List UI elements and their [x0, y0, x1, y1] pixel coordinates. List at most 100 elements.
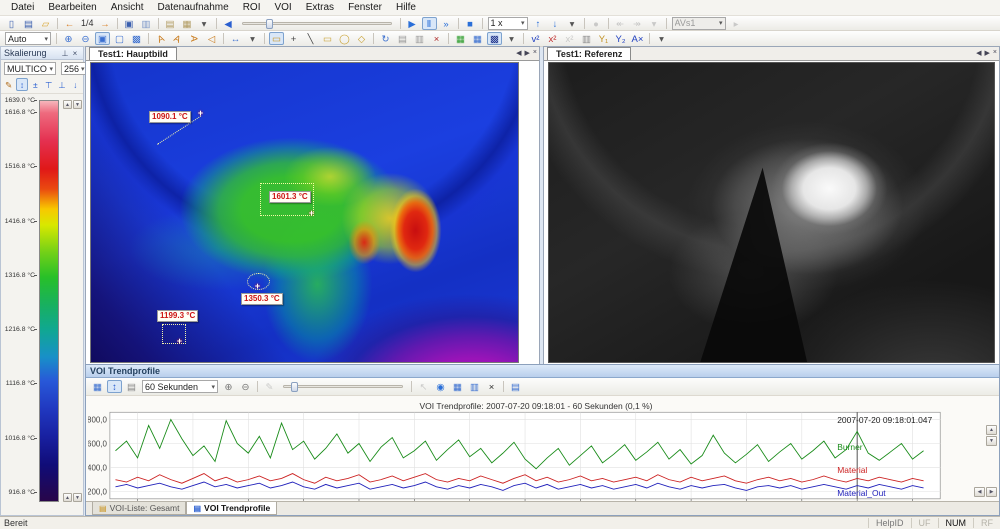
- roi-copy-icon[interactable]: ▤: [395, 32, 410, 45]
- timeline-slider[interactable]: [242, 22, 392, 25]
- menu-item-datenaufnahme[interactable]: Datenaufnahme: [151, 1, 236, 14]
- export-more-dropdown[interactable]: ▾: [197, 17, 212, 30]
- profile-horizontal-icon[interactable]: x²: [545, 32, 560, 45]
- trend-delete-icon[interactable]: ×: [484, 380, 499, 393]
- chart-scroll-up[interactable]: ▲: [986, 425, 997, 435]
- roi-temp-label[interactable]: 1199.3 °C: [157, 310, 198, 322]
- pause-icon[interactable]: Ⅱ: [422, 17, 437, 30]
- speed-combo[interactable]: 1 x▾: [488, 17, 528, 30]
- tab-voi-trendprofile[interactable]: ▤ VOI Trendprofile: [186, 502, 277, 515]
- new-document-icon[interactable]: ▯: [4, 17, 19, 30]
- marker-back-icon[interactable]: ↞: [613, 17, 628, 30]
- menu-item-fenster[interactable]: Fenster: [341, 1, 389, 14]
- close-icon[interactable]: ×: [993, 49, 997, 57]
- close-icon[interactable]: ×: [533, 49, 537, 57]
- trend-table-icon[interactable]: ▦: [450, 380, 465, 393]
- roi-temp-label[interactable]: 1090.1 °C: [149, 111, 191, 123]
- voi-add-icon[interactable]: ▦: [453, 32, 468, 45]
- chart-scroll-down[interactable]: ▼: [986, 436, 997, 446]
- thermal-image[interactable]: 1090.1 °C + 1601.3 °C + 1350.3 °C + 1199…: [90, 62, 519, 363]
- trend-zoom-out-icon[interactable]: ⊖: [238, 380, 253, 393]
- fast-forward-icon[interactable]: »: [439, 17, 454, 30]
- menu-item-ansicht[interactable]: Ansicht: [104, 1, 151, 14]
- trend-zoom-in-icon[interactable]: ⊕: [221, 380, 236, 393]
- chart-scroll-left[interactable]: ◀: [974, 487, 985, 497]
- scale-min-spinner-up[interactable]: ▲: [63, 493, 72, 502]
- prev-frame-icon[interactable]: ←: [62, 17, 77, 30]
- palette-combo[interactable]: MULTICOLOR ▾: [4, 62, 56, 75]
- trend-interval-combo[interactable]: 60 Sekunden▾: [142, 380, 218, 393]
- zoom-in-icon[interactable]: ⊕: [61, 32, 76, 45]
- save-icon[interactable]: ▣: [122, 17, 137, 30]
- voi-more-dropdown[interactable]: ▾: [504, 32, 519, 45]
- isotherm-y1-icon[interactable]: Y₁: [596, 32, 611, 45]
- trend-voi-icon[interactable]: ▦: [90, 380, 105, 393]
- chart-scroll-right[interactable]: ▶: [986, 487, 997, 497]
- trend-legend-Material[interactable]: Material: [837, 465, 867, 475]
- roi-temp-label[interactable]: 1350.3 °C: [241, 293, 283, 305]
- roi-rotate-icon[interactable]: ↻: [378, 32, 393, 45]
- fit-window-icon[interactable]: ▣: [95, 32, 110, 45]
- color-scale-gradient[interactable]: [39, 100, 59, 502]
- export-image-icon[interactable]: ▤: [163, 17, 178, 30]
- export-report-icon[interactable]: ▦: [180, 17, 195, 30]
- scale-autorange-icon[interactable]: ↕: [16, 78, 27, 91]
- menu-item-extras[interactable]: Extras: [299, 1, 341, 14]
- profile-vertical-icon[interactable]: v²: [528, 32, 543, 45]
- stop-icon[interactable]: ■: [463, 17, 478, 30]
- roi-select-icon[interactable]: ▭: [269, 32, 284, 45]
- trend-autoscale-icon[interactable]: ↕: [107, 380, 122, 393]
- menu-item-hilfe[interactable]: Hilfe: [389, 1, 423, 14]
- trend-zoom-slider[interactable]: [283, 385, 403, 388]
- clear-overlays-icon[interactable]: A×: [630, 32, 645, 45]
- playback-more-dropdown[interactable]: ▾: [565, 17, 580, 30]
- menu-item-bearbeiten[interactable]: Bearbeiten: [41, 1, 103, 14]
- tab-referenz[interactable]: Test1: Referenz: [547, 47, 631, 60]
- rotate-right-icon[interactable]: A: [168, 29, 187, 47]
- menu-item-roi[interactable]: ROI: [236, 1, 268, 14]
- histogram-icon[interactable]: ▥: [579, 32, 594, 45]
- tab-next-icon[interactable]: ▶: [525, 49, 530, 57]
- tab-hauptbild[interactable]: Test1: Hauptbild: [89, 47, 177, 60]
- pan-icon[interactable]: ↔: [228, 32, 243, 45]
- audio-annotation-icon[interactable]: ◀: [221, 17, 236, 30]
- trend-chart-icon[interactable]: ▥: [467, 380, 482, 393]
- scale-max-spinner-down[interactable]: ▼: [73, 100, 82, 109]
- flip-horizontal-icon[interactable]: A: [188, 31, 201, 46]
- trend-eye-icon[interactable]: ◉: [433, 380, 448, 393]
- avs-apply-icon[interactable]: ▸: [729, 17, 744, 30]
- roi-delete-icon[interactable]: ×: [429, 32, 444, 45]
- trend-properties-icon[interactable]: ▤: [124, 380, 139, 393]
- avs-combo[interactable]: AVs1▾: [672, 17, 726, 30]
- fullscreen-icon[interactable]: ▩: [129, 32, 144, 45]
- view-more-dropdown[interactable]: ▾: [245, 32, 260, 45]
- reference-image[interactable]: [548, 62, 995, 363]
- close-icon[interactable]: ×: [70, 49, 80, 58]
- trend-legend-Material_Out[interactable]: Material_Out: [837, 488, 886, 498]
- next-frame-icon[interactable]: →: [98, 17, 113, 30]
- zoom-out-icon[interactable]: ⊖: [78, 32, 93, 45]
- scale-min-icon[interactable]: ⊥: [56, 78, 67, 91]
- palette-edit-icon[interactable]: ✎: [3, 78, 14, 91]
- roi-paste-icon[interactable]: ▥: [412, 32, 427, 45]
- profile-free-icon[interactable]: x²: [562, 32, 577, 45]
- trend-legend-Burner[interactable]: Burner: [837, 442, 863, 452]
- pin-icon[interactable]: ⊥: [60, 49, 70, 58]
- trend-chart[interactable]: -60-55-50-45-40-35-30-25-20-15-10-505101…: [88, 411, 984, 515]
- levels-combo[interactable]: 256 ▾: [61, 62, 88, 75]
- scale-max-spinner-up[interactable]: ▲: [63, 100, 72, 109]
- record-icon[interactable]: ●: [589, 17, 604, 30]
- tab-prev-icon[interactable]: ◀: [516, 49, 521, 57]
- marker-more-dropdown[interactable]: ▾: [647, 17, 662, 30]
- scale-manual-icon[interactable]: ±: [30, 78, 41, 91]
- isotherm-y2-icon[interactable]: Y₂: [613, 32, 628, 45]
- scale-apply-icon[interactable]: ↓: [70, 78, 81, 91]
- frame-up-icon[interactable]: ↑: [531, 17, 546, 30]
- trend-pointer-icon[interactable]: ↖: [416, 380, 431, 393]
- play-icon[interactable]: ▶: [405, 17, 420, 30]
- voi-matrix-icon[interactable]: ▩: [487, 32, 502, 45]
- copy-icon[interactable]: ▥: [139, 17, 154, 30]
- tab-prev-icon[interactable]: ◀: [976, 49, 981, 57]
- extras-dropdown[interactable]: ▾: [654, 32, 669, 45]
- roi-ellipse-icon[interactable]: ◯: [337, 32, 352, 45]
